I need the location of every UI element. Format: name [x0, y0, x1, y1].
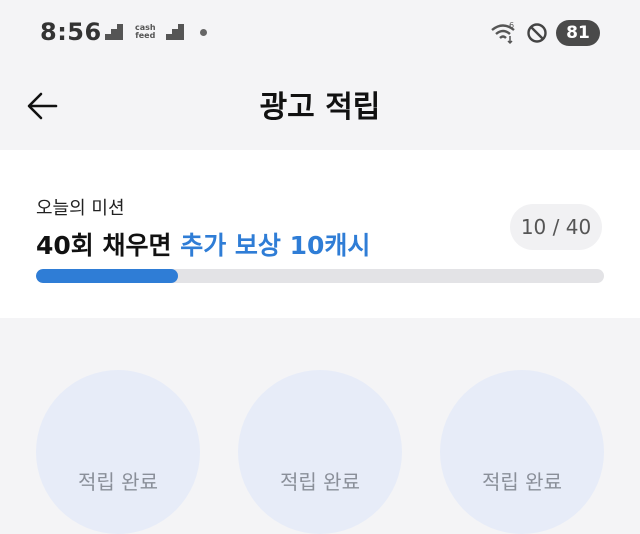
ad-item[interactable]: 적립 완료	[36, 370, 200, 534]
ad-item-status: 적립 완료	[482, 470, 562, 494]
page-title: 광고 적립	[259, 90, 381, 125]
mission-progress-fill	[36, 269, 178, 283]
ad-item[interactable]: 적립 완료	[440, 370, 604, 534]
status-time: 8:56	[40, 18, 102, 46]
mission-card: 오늘의 미션 40회 채우면 추가 보상 10캐시 10 / 40	[0, 150, 640, 318]
status-bar: 8:56 cash feed 6 81	[0, 0, 640, 70]
notification-icons: cash feed	[105, 24, 207, 40]
svg-text:6: 6	[509, 21, 514, 30]
mission-progress-bar	[36, 269, 604, 283]
mission-headline-prefix: 40회 채우면	[36, 231, 172, 260]
mission-headline: 40회 채우면 추가 보상 10캐시	[36, 226, 370, 262]
ad-item-status: 적립 완료	[78, 470, 158, 494]
wifi-6-icon: 6	[491, 21, 515, 45]
progress-count-badge: 10 / 40	[510, 204, 602, 250]
more-notifications-dot-icon	[199, 28, 207, 36]
mission-reward-highlight: 추가 보상 10캐시	[180, 231, 371, 260]
do-not-disturb-icon	[527, 23, 547, 43]
cashfeed-logo-icon: cash feed	[135, 23, 156, 40]
stairs-app-icon-2	[165, 24, 186, 40]
system-icons: 6 81	[490, 20, 600, 46]
ad-item-status: 적립 완료	[280, 470, 360, 494]
app-header: 광고 적립	[0, 70, 640, 140]
mission-label: 오늘의 미션	[36, 198, 125, 219]
battery-indicator: 81	[556, 20, 600, 46]
stairs-app-icon	[105, 24, 125, 40]
ad-item[interactable]: 적립 완료	[238, 370, 402, 534]
ad-list: 적립 완료 적립 완료 적립 완료	[0, 318, 640, 534]
